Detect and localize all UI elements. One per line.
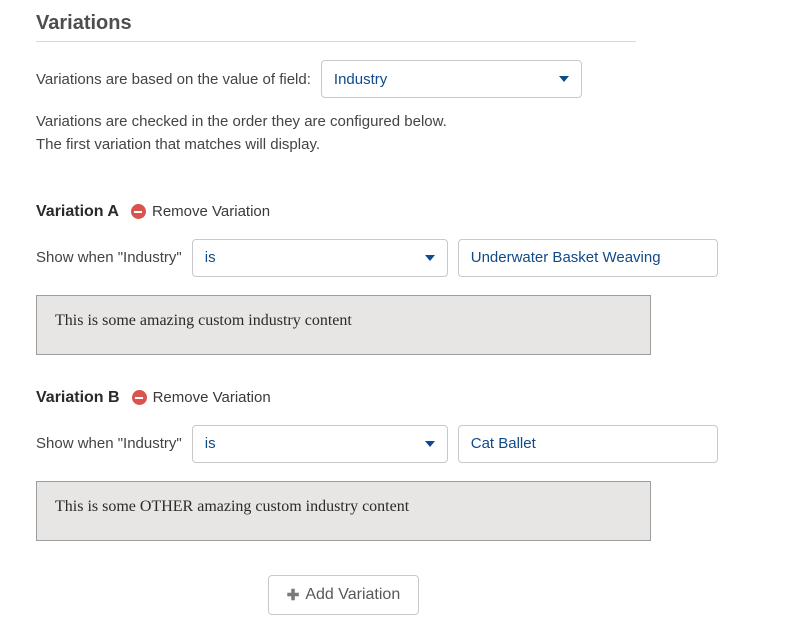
condition-value-input[interactable] [458,425,718,463]
remove-icon [131,204,146,219]
show-when-label: Show when "Industry" [36,435,182,452]
field-select-value: Industry [334,71,387,88]
chevron-down-icon [425,441,435,447]
variation-content[interactable]: This is some OTHER amazing custom indust… [36,481,651,541]
add-variation-label: Add Variation [305,586,400,604]
chevron-down-icon [559,76,569,82]
based-on-label: Variations are based on the value of fie… [36,71,311,88]
helper-text: Variations are checked in the order they… [36,110,753,157]
variation-content[interactable]: This is some amazing custom industry con… [36,295,651,355]
variation-title: Variation A [36,203,119,221]
variation-block: Variation A Remove Variation Show when "… [36,203,753,355]
based-on-row: Variations are based on the value of fie… [36,60,753,98]
operator-select[interactable]: is [192,425,448,463]
helper-line: The first variation that matches will di… [36,133,753,156]
variation-block: Variation B Remove Variation Show when "… [36,389,753,541]
remove-variation-button[interactable]: Remove Variation [132,389,271,406]
plus-icon: ✚ [287,586,300,604]
operator-select[interactable]: is [192,239,448,277]
section-title: Variations [36,12,636,42]
variation-title: Variation B [36,389,120,407]
remove-label: Remove Variation [152,203,270,220]
helper-line: Variations are checked in the order they… [36,110,753,133]
operator-value: is [205,435,216,452]
show-when-label: Show when "Industry" [36,249,182,266]
chevron-down-icon [425,255,435,261]
field-select[interactable]: Industry [321,60,582,98]
condition-value-input[interactable] [458,239,718,277]
remove-variation-button[interactable]: Remove Variation [131,203,270,220]
remove-icon [132,390,147,405]
add-variation-button[interactable]: ✚ Add Variation [268,575,419,615]
remove-label: Remove Variation [153,389,271,406]
operator-value: is [205,249,216,266]
